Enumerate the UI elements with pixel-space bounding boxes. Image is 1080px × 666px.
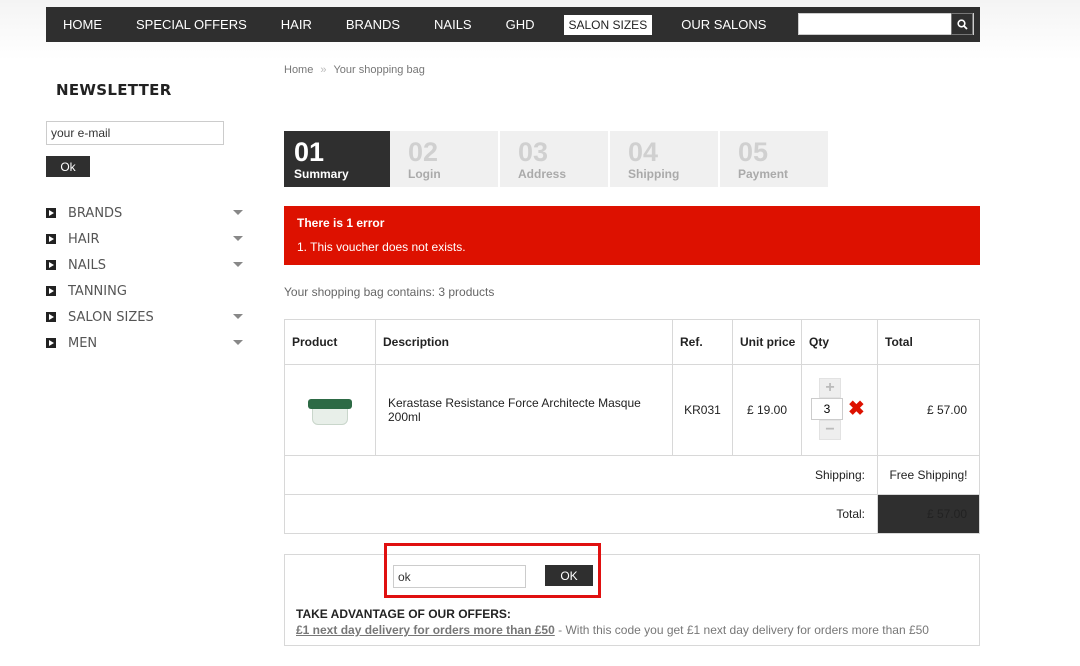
sidebar-menu: BRANDS HAIR NAILS TANNING SALON SIZES ME… [46,200,246,356]
step-number: 04 [628,137,659,167]
error-title: There is 1 error [297,216,385,230]
shipping-value: Free Shipping! [877,455,980,495]
sidebar-item-hair[interactable]: HAIR [46,226,246,252]
sidebar-item-label: TANNING [68,283,127,299]
nav-home[interactable]: HOME [63,17,102,32]
breadcrumb: Home » Your shopping bag [284,64,425,76]
annotation-highlight-box [384,543,601,598]
error-message-box: There is 1 error 1. This voucher does no… [284,206,980,265]
sidebar-item-label: NAILS [68,257,106,273]
sidebar-item-salon-sizes[interactable]: SALON SIZES [46,304,246,330]
step-summary: 01 Summary [284,131,400,187]
nav-ghd[interactable]: GHD [506,17,535,32]
nav-our-salons[interactable]: OUR SALONS [681,17,766,32]
search-button[interactable] [951,13,973,35]
step-label: Summary [294,167,349,181]
nav-brands[interactable]: BRANDS [346,17,400,32]
nav-special-offers[interactable]: SPECIAL OFFERS [136,17,247,32]
product-description[interactable]: Kerastase Resistance Force Architecte Ma… [375,364,673,456]
search-icon [956,18,968,30]
product-image[interactable] [308,393,352,427]
col-header-ref: Ref. [672,319,733,365]
sidebar-item-nails[interactable]: NAILS [46,252,246,278]
step-payment: 05 Payment [720,131,828,187]
newsletter-title: NEWSLETTER [56,81,172,99]
bullet-icon [46,312,56,322]
offer-line: £1 next day delivery for orders more tha… [296,623,929,637]
col-header-total: Total [877,319,980,365]
bullet-icon [46,208,56,218]
nav-nails[interactable]: NAILS [434,17,472,32]
newsletter-ok-button[interactable]: Ok [46,156,90,177]
step-shipping: 04 Shipping [610,131,718,187]
step-label: Payment [738,167,789,181]
offer-link[interactable]: £1 next day delivery for orders more tha… [296,623,555,637]
product-total: £ 57.00 [877,364,980,456]
search-input[interactable] [798,13,974,35]
total-value: £ 57.00 [877,494,980,534]
sidebar-item-label: SALON SIZES [68,309,154,325]
delete-icon[interactable]: ✖ [848,399,865,419]
offers-title: TAKE ADVANTAGE OF OUR OFFERS: [296,607,511,621]
col-header-description: Description [375,319,673,365]
bag-count-text: Your shopping bag contains: 3 products [284,285,495,299]
step-label: Address [518,167,567,181]
newsletter-email-input[interactable] [46,121,224,145]
table-row: Kerastase Resistance Force Architecte Ma… [284,364,980,456]
chevron-down-icon[interactable] [233,262,243,267]
quantity-input[interactable] [811,398,843,420]
main-nav: HOME SPECIAL OFFERS HAIR BRANDS NAILS GH… [46,7,980,42]
nav-salon-sizes[interactable]: SALON SIZES [563,14,653,35]
breadcrumb-separator: » [320,64,327,76]
step-address: 03 Address [500,131,608,187]
chevron-down-icon[interactable] [233,236,243,241]
step-number: 01 [294,137,325,167]
error-item: 1. This voucher does not exists. [297,240,466,254]
step-number: 05 [738,137,769,167]
shipping-row: Shipping: Free Shipping! [284,455,980,495]
nav-hair[interactable]: HAIR [281,17,312,32]
breadcrumb-current: Your shopping bag [333,64,425,76]
col-header-product: Product [284,319,376,365]
offer-description: - With this code you get £1 next day del… [554,623,929,637]
checkout-steps: 01 Summary 02 Login 03 Address 04 Shippi… [284,131,830,187]
sidebar-item-brands[interactable]: BRANDS [46,200,246,226]
breadcrumb-home-link[interactable]: Home [284,64,313,76]
total-row: Total: £ 57.00 [284,494,980,534]
shipping-label: Shipping: [284,455,878,495]
total-label: Total: [284,494,878,534]
qty-cell: + − ✖ [801,364,878,456]
sidebar-item-men[interactable]: MEN [46,330,246,356]
table-header-row: Product Description Ref. Unit price Qty … [284,319,980,365]
bullet-icon [46,286,56,296]
minus-icon[interactable]: − [819,420,841,440]
product-unit-price: £ 19.00 [732,364,802,456]
bullet-icon [46,234,56,244]
sidebar-item-label: HAIR [68,231,100,247]
chevron-down-icon[interactable] [233,210,243,215]
product-image-cell [284,364,376,456]
step-label: Shipping [628,167,680,181]
step-login: 02 Login [390,131,498,187]
sidebar-item-tanning[interactable]: TANNING [46,278,246,304]
chevron-down-icon[interactable] [233,314,243,319]
col-header-unit-price: Unit price [732,319,802,365]
sidebar-item-label: BRANDS [68,205,123,221]
step-number: 02 [408,137,439,167]
step-number: 03 [518,137,549,167]
chevron-down-icon[interactable] [233,340,243,345]
plus-icon[interactable]: + [819,378,841,398]
sidebar-item-label: MEN [68,335,98,351]
step-label: Login [408,167,441,181]
col-header-qty: Qty [801,319,878,365]
bullet-icon [46,338,56,348]
product-ref: KR031 [672,364,733,456]
cart-table: Product Description Ref. Unit price Qty … [284,319,980,534]
bullet-icon [46,260,56,270]
